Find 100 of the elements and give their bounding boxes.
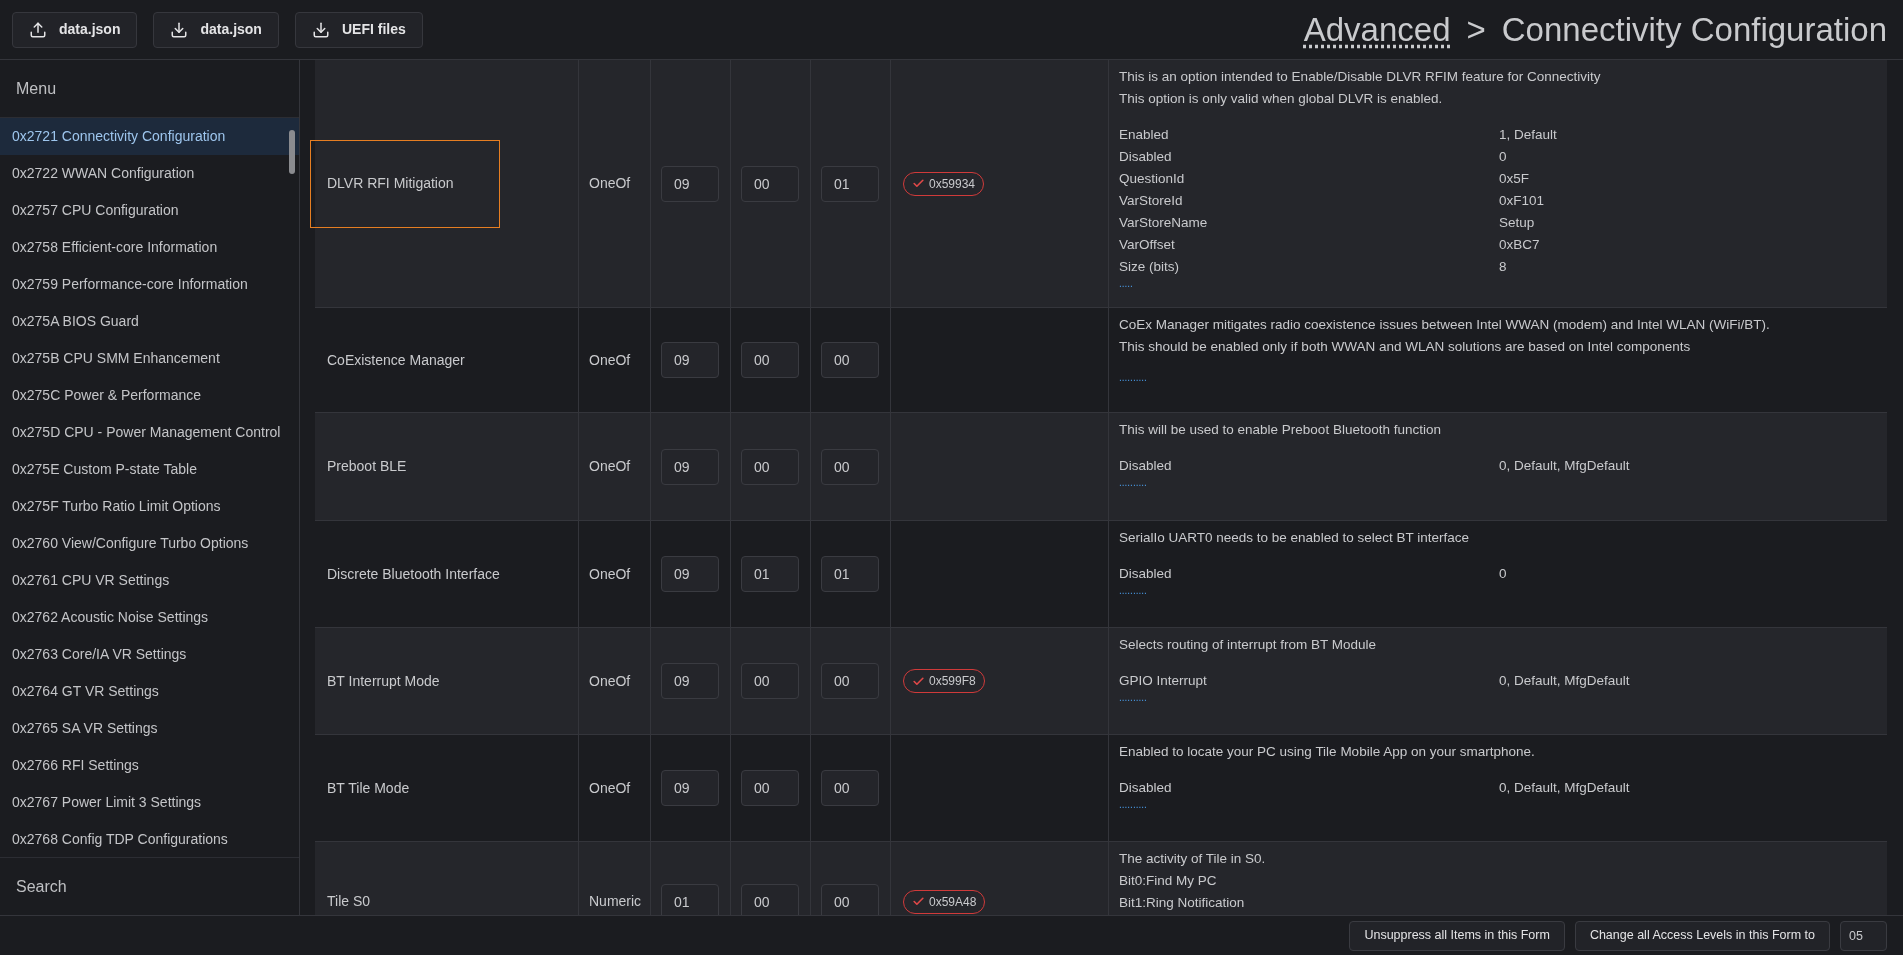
more-link[interactable]: .....	[1119, 278, 1877, 290]
option-value: 0, Default, MfgDefault	[1499, 672, 1630, 690]
menu-item[interactable]: 0x2767 Power Limit 3 Settings	[0, 784, 299, 821]
breadcrumb-link[interactable]: Advanced	[1303, 4, 1451, 55]
option-label: Enabled	[1119, 126, 1170, 144]
setting-name[interactable]: BT Interrupt Mode	[310, 637, 500, 725]
value-field[interactable]: 01	[661, 883, 719, 915]
description-text: Bit0:Find My PC	[1119, 872, 1218, 890]
menu-item[interactable]: 0x2721 Connectivity Configuration	[0, 118, 299, 155]
value-field[interactable]: 00	[741, 448, 799, 485]
access-level-field[interactable]: 05	[1840, 920, 1887, 951]
option-label: VarOffset	[1119, 236, 1176, 254]
type-label: OneOf	[589, 671, 631, 691]
option-label: Disabled	[1119, 779, 1173, 797]
type-label: OneOf	[589, 778, 631, 798]
more-link[interactable]: ..........	[1119, 372, 1877, 384]
description-text: Bit1:Ring Notification	[1119, 894, 1246, 912]
value-field[interactable]: 09	[661, 448, 719, 485]
option-label: VarStoreId	[1119, 192, 1184, 210]
menu-item[interactable]: 0x275D CPU - Power Management Control	[0, 414, 299, 451]
setting-name[interactable]: Preboot BLE	[310, 422, 500, 511]
value-field[interactable]: 00	[741, 342, 799, 378]
setting-name[interactable]: Discrete Bluetooth Interface	[310, 530, 500, 618]
setting-name[interactable]: DLVR RFI Mitigation	[310, 139, 500, 228]
type-label: Numeric	[589, 892, 642, 911]
value-field[interactable]: 00	[741, 770, 799, 806]
option-label: Disabled	[1119, 565, 1173, 583]
type-label: OneOf	[589, 174, 631, 193]
more-link[interactable]: ..........	[1119, 585, 1877, 597]
menu-item[interactable]: 0x2722 WWAN Configuration	[0, 155, 299, 192]
value-field[interactable]: 00	[821, 883, 879, 915]
option-value: 0, Default, MfgDefault	[1499, 779, 1630, 797]
option-value: 8	[1499, 258, 1507, 276]
more-link[interactable]: ..........	[1119, 799, 1877, 811]
value-field[interactable]: 00	[821, 663, 879, 699]
description-text: This should be enabled only if both WWAN and WLAN solutions are based on Intel components	[1119, 338, 1692, 356]
menu-item[interactable]: 0x2764 GT VR Settings	[0, 673, 299, 710]
setting-name[interactable]: Tile S0	[310, 857, 500, 915]
value-field[interactable]: 00	[821, 342, 879, 378]
download-button[interactable]: data.json	[153, 11, 279, 48]
menu-item[interactable]: 0x2762 Acoustic Noise Settings	[0, 599, 299, 636]
menu-item[interactable]: 0x275A BIOS Guard	[0, 303, 299, 340]
download-button[interactable]: UEFI files	[294, 11, 423, 48]
description-text: CoEx Manager mitigates radio coexistence issues between Intel WWAN (modem) and Intel WLAN (WiFi/BT).	[1119, 316, 1771, 334]
value-field[interactable]: 00	[741, 165, 799, 202]
option-value: Setup	[1499, 214, 1535, 232]
option-value: 0	[1499, 148, 1507, 166]
menu-item[interactable]: 0x275B CPU SMM Enhancement	[0, 340, 299, 377]
download-icon	[311, 20, 330, 39]
option-label: GPIO Interrupt	[1119, 672, 1208, 690]
upload-button[interactable]: data.json	[12, 11, 138, 48]
menu-item[interactable]: 0x275F Turbo Ratio Limit Options	[0, 488, 299, 525]
search-label[interactable]: Search	[16, 874, 67, 899]
type-label: OneOf	[589, 350, 631, 370]
value-field[interactable]: 09	[661, 342, 719, 378]
page-title: Connectivity Configuration	[1501, 9, 1887, 50]
option-label: VarStoreName	[1119, 214, 1209, 232]
check-icon	[912, 674, 925, 688]
menu-item[interactable]: 0x2760 View/Configure Turbo Options	[0, 525, 299, 562]
menu-item[interactable]: 0x2759 Performance-core Information	[0, 266, 299, 303]
type-label: OneOf	[589, 457, 631, 476]
description-text: Enabled to locate your PC using Tile Mobile App on your smartphone.	[1119, 743, 1536, 761]
access-level-button[interactable]: Change all Access Levels in this Form to	[1574, 920, 1830, 951]
option-value: 0xBC7	[1499, 236, 1540, 254]
description-text: Selects routing of interrupt from BT Module	[1119, 636, 1378, 654]
menu-item[interactable]: 0x275C Power & Performance	[0, 377, 299, 414]
value-field[interactable]: 00	[821, 448, 879, 485]
menu-item[interactable]: 0x2763 Core/IA VR Settings	[0, 636, 299, 673]
value-field[interactable]: 01	[741, 556, 799, 592]
menu-item[interactable]: 0x2761 CPU VR Settings	[0, 562, 299, 599]
option-value: 0	[1499, 565, 1507, 583]
menu-item[interactable]: 0x2758 Efficient-core Information	[0, 229, 299, 266]
menu-item[interactable]: 0x2768 Config TDP Configurations	[0, 821, 299, 857]
menu-item[interactable]: 0x2765 SA VR Settings	[0, 710, 299, 747]
description-text: The activity of Tile in S0.	[1119, 850, 1267, 868]
unsuppress-button[interactable]: Unsuppress all Items in this Form	[1349, 920, 1565, 951]
option-label: Disabled	[1119, 148, 1173, 166]
value-field[interactable]: 01	[821, 165, 879, 202]
value-field[interactable]: 09	[661, 556, 719, 592]
sidebar-title: Menu	[16, 78, 57, 99]
menu-item[interactable]: 0x2766 RFI Settings	[0, 747, 299, 784]
upload-icon	[29, 20, 47, 39]
value-field[interactable]: 09	[661, 663, 719, 699]
option-value: 0xF101	[1499, 192, 1545, 210]
more-link[interactable]: ..........	[1119, 477, 1877, 489]
menu-item[interactable]: 0x275E Custom P-state Table	[0, 451, 299, 488]
value-field[interactable]: 00	[821, 770, 879, 806]
setting-name[interactable]: CoExistence Manager	[310, 316, 500, 404]
value-field[interactable]: 00	[741, 663, 799, 699]
check-icon	[912, 895, 925, 908]
option-value: 0x5F	[1499, 170, 1529, 188]
description-text: SerialIo UART0 needs to be enabled to select BT interface	[1119, 529, 1470, 547]
value-field[interactable]: 01	[821, 556, 879, 592]
value-field[interactable]: 00	[741, 883, 799, 915]
setting-name[interactable]: BT Tile Mode	[310, 744, 500, 832]
menu-item[interactable]: 0x2757 CPU Configuration	[0, 192, 299, 229]
value-field[interactable]: 09	[661, 165, 719, 202]
value-field[interactable]: 09	[661, 770, 719, 806]
more-link[interactable]: ..........	[1119, 692, 1877, 704]
scrollbar-thumb[interactable]	[289, 130, 295, 174]
